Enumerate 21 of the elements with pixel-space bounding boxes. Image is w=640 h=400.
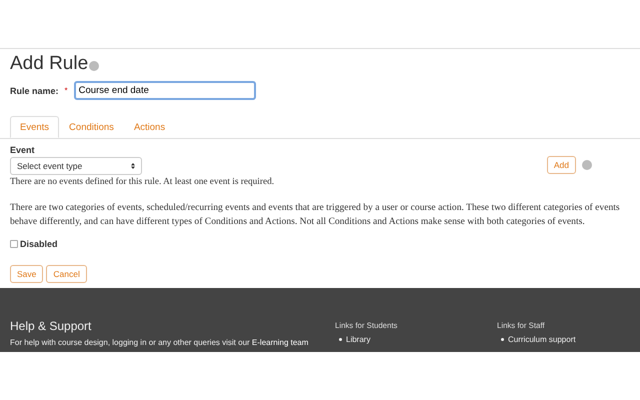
footer-link[interactable]: E-learning team [252, 338, 308, 347]
up-down-caret-icon [131, 163, 135, 169]
field-label: Event [10, 145, 36, 155]
footer-text: For help with course design, logging in or any other queries visit our E-learning team [10, 338, 310, 347]
description-text: There are two categories of events, scheduled/recurring events and events that are triggered by a user or course action. These two different categories of events behave differently, and can have different types of Conditions and Actions. Not all Conditions and Actions make sense with both categories of events. [10, 201, 621, 229]
form-button[interactable]: Save [10, 265, 44, 283]
form-button[interactable]: Cancel [46, 265, 87, 283]
rule-name-field[interactable]: Course end date [74, 81, 256, 100]
add-button[interactable]: Add [546, 156, 576, 174]
footer-title: Help & Support [10, 319, 92, 333]
notice-text: There are no events defined for this rule. At least one event is required. [10, 176, 276, 189]
checkbox-label: Disabled [20, 239, 58, 249]
event-type-select[interactable]: Select event type [10, 157, 142, 175]
field-label: Rule name: [10, 86, 59, 96]
footer-link[interactable]: Curriculum support [508, 335, 576, 344]
tab[interactable]: Events [10, 116, 60, 138]
bullet-icon [339, 338, 342, 341]
bullet-icon [501, 338, 504, 341]
footer-link[interactable]: Library [346, 335, 370, 344]
required-mark: * [64, 86, 68, 95]
page-title: Add Rule [10, 53, 88, 75]
